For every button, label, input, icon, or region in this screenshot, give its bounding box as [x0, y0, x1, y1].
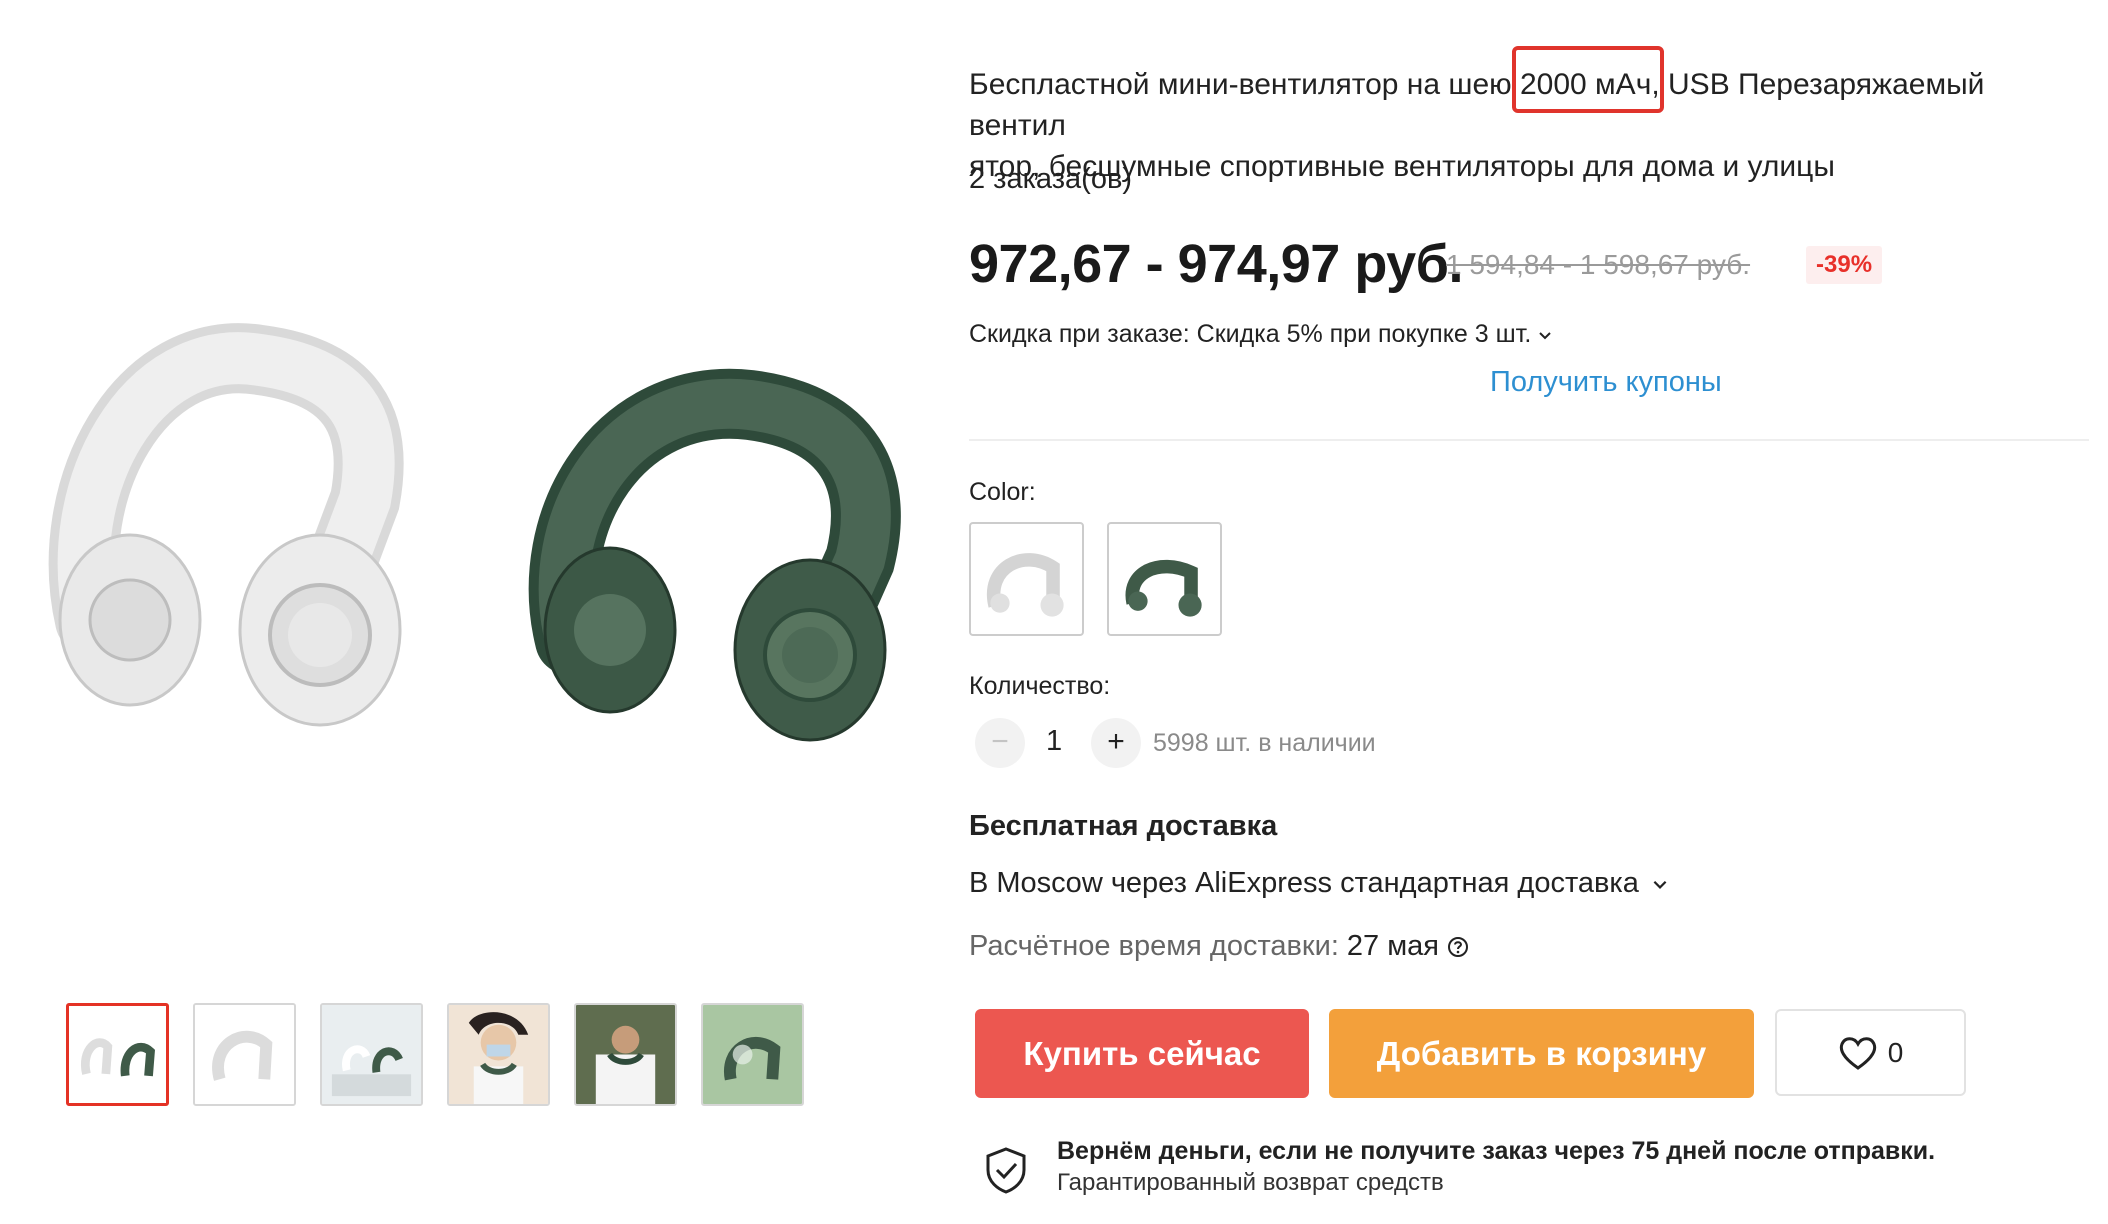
shipping-route-text: В Moscow через AliExpress стандартная до…	[969, 867, 1639, 899]
color-label: Color:	[969, 478, 1036, 506]
coupon-banner: Скидка 76,53 руб. с каждых 5 280,43 руб.	[966, 362, 1468, 405]
order-discount-dropdown[interactable]: Скидка при заказе: Скидка 5% при покупке…	[969, 320, 1553, 349]
color-option-green[interactable]	[1107, 522, 1222, 636]
green-fan-image	[528, 368, 901, 742]
quantity-value[interactable]: 1	[1046, 725, 1062, 758]
current-price: 972,67 - 974,97 руб.	[969, 234, 1463, 294]
heart-icon	[1839, 1036, 1876, 1070]
thumbnail-man-wearing-fan[interactable]	[574, 1003, 677, 1106]
chevron-down-icon	[1653, 880, 1667, 889]
chevron-down-icon	[1539, 331, 1552, 339]
free-shipping-label: Бесплатная доставка	[969, 810, 1278, 842]
order-discount-text: Скидка при заказе: Скидка 5% при покупке…	[969, 320, 1532, 348]
add-to-cart-button[interactable]: Добавить в корзину	[1329, 1009, 1754, 1098]
thumbnail-white-and-green-fans[interactable]	[66, 1003, 169, 1106]
title-part1: Беспластной мини-вентилятор на шею	[969, 68, 1512, 101]
original-price: 1 594,84 - 1 598,67 руб.	[1446, 249, 1751, 280]
color-option-white[interactable]	[969, 522, 1084, 636]
thumbnail-green-fan-outdoor[interactable]	[701, 1003, 804, 1106]
stock-count: 5998 шт. в наличии	[1153, 729, 1376, 757]
quantity-label: Количество:	[969, 672, 1111, 700]
guarantee-sub-text: Гарантированный возврат средств	[1057, 1169, 1444, 1196]
question-icon[interactable]	[1447, 936, 1469, 958]
white-fan-image	[48, 323, 404, 727]
shipping-route-dropdown[interactable]: В Moscow через AliExpress стандартная до…	[969, 867, 1669, 900]
wishlist-count: 0	[1887, 1036, 1904, 1068]
guarantee-main-text: Вернём деньги, если не получите заказ че…	[1057, 1137, 1936, 1165]
wishlist-button[interactable]: 0	[1775, 1009, 1966, 1096]
discount-badge: -39%	[1806, 246, 1883, 284]
thumbnail-woman-wearing-fan[interactable]	[447, 1003, 550, 1106]
thumbnail-fans-on-stand[interactable]	[320, 1003, 423, 1106]
shield-check-icon	[986, 1147, 1026, 1194]
highlight-annotation-box	[1512, 46, 1664, 113]
buy-now-button[interactable]: Купить сейчас	[975, 1009, 1309, 1098]
delivery-estimate: Расчётное время доставки: 27 мая	[969, 930, 1469, 963]
thumbnail-strip	[66, 1003, 804, 1106]
quantity-increase-button[interactable]: +	[1091, 718, 1141, 768]
divider	[969, 439, 2089, 441]
orders-count: 2 заказа(ов)	[969, 163, 1133, 195]
main-product-image[interactable]	[20, 60, 940, 980]
thumbnail-white-fan[interactable]	[193, 1003, 296, 1106]
eta-date: 27 мая	[1346, 930, 1439, 962]
get-coupons-link[interactable]: Получить купоны	[1490, 366, 1722, 399]
eta-label: Расчётное время доставки:	[969, 930, 1339, 962]
quantity-decrease-button[interactable]: −	[975, 718, 1025, 768]
